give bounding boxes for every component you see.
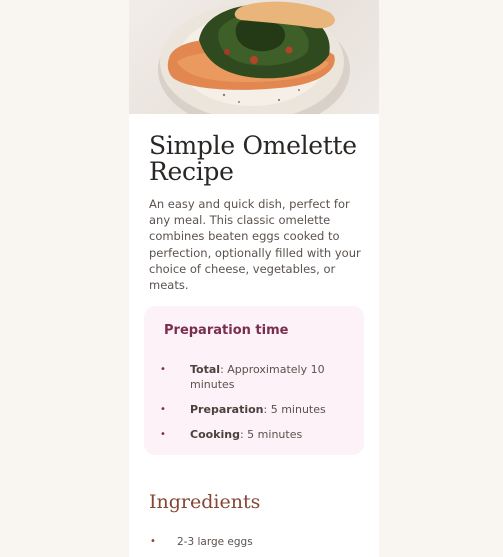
list-item: • Preparation: 5 minutes bbox=[160, 402, 340, 417]
bullet-icon: • bbox=[160, 364, 166, 375]
prep-item-text: : 5 minutes bbox=[263, 403, 326, 416]
prep-item-label: Preparation bbox=[190, 403, 264, 416]
prep-item-label: Total bbox=[190, 363, 221, 376]
recipe-card: Simple Omelette Recipe An easy and quick… bbox=[129, 0, 379, 557]
recipe-title: Simple Omelette Recipe bbox=[149, 131, 357, 186]
bullet-icon: • bbox=[160, 404, 166, 415]
list-item: • Cooking: 5 minutes bbox=[160, 427, 340, 442]
ingredients-heading: Ingredients bbox=[149, 491, 261, 513]
list-item: • Total: Approximately 10 minutes bbox=[160, 362, 340, 392]
bullet-icon: • bbox=[150, 536, 156, 547]
recipe-intro: An easy and quick dish, perfect for any … bbox=[149, 197, 361, 293]
prep-item-label: Cooking bbox=[190, 428, 240, 441]
page: Simple Omelette Recipe An easy and quick… bbox=[0, 0, 503, 557]
preparation-time-box: Preparation time • Total: Approximately … bbox=[144, 306, 364, 455]
list-item: • 2-3 large eggs bbox=[150, 535, 253, 549]
omelette-photo-illustration bbox=[158, 1, 350, 114]
ingredient-text: 2-3 large eggs bbox=[177, 536, 253, 548]
omelette-photo bbox=[129, 0, 379, 114]
prep-item-text: : 5 minutes bbox=[239, 428, 303, 441]
bullet-icon: • bbox=[160, 429, 166, 440]
preparation-time-heading: Preparation time bbox=[164, 323, 289, 338]
